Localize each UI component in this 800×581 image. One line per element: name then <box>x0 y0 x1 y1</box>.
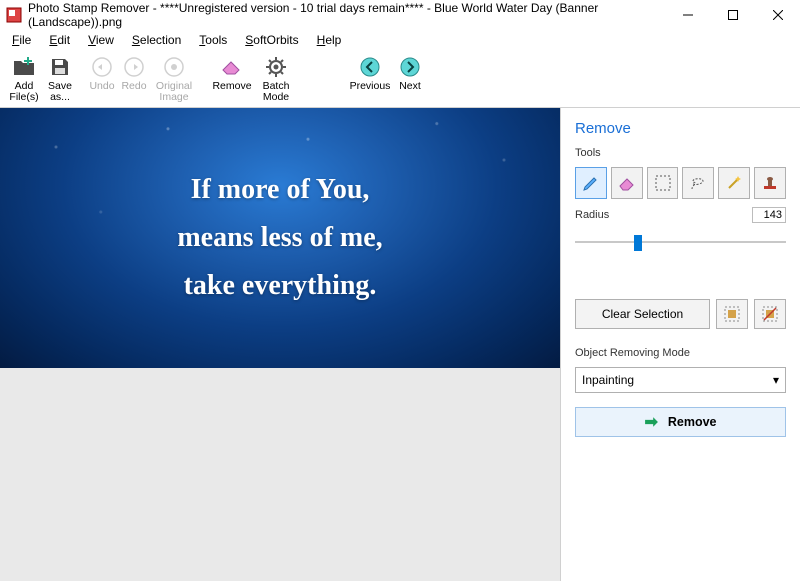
undo-icon <box>91 54 113 80</box>
deselect-button[interactable] <box>754 299 786 329</box>
canvas-overlay-text: If more of You, means less of me, take e… <box>0 166 560 310</box>
rect-select-icon <box>653 173 673 193</box>
redo-icon <box>123 54 145 80</box>
slider-track <box>575 241 786 243</box>
radius-slider[interactable] <box>575 233 786 251</box>
canvas-area: If more of You, means less of me, take e… <box>0 108 560 581</box>
save-as-button[interactable]: Save as... <box>44 52 76 106</box>
workspace: If more of You, means less of me, take e… <box>0 108 800 581</box>
next-icon <box>399 54 421 80</box>
side-panel: Remove Tools Radius 143 Clear Selection … <box>560 108 800 581</box>
radius-label: Radius <box>575 209 609 221</box>
mode-label: Object Removing Mode <box>575 347 786 359</box>
eraser-tool-icon <box>617 173 637 193</box>
select-all-icon <box>723 305 741 323</box>
clear-selection-button[interactable]: Clear Selection <box>575 299 710 329</box>
remove-button-toolbar[interactable]: Remove <box>208 52 256 106</box>
magic-wand-icon <box>724 173 744 193</box>
maximize-button[interactable] <box>710 0 755 30</box>
tool-rect-select[interactable] <box>647 167 679 199</box>
menu-softorbits[interactable]: SoftOrbits <box>237 31 306 49</box>
arrow-right-icon: ➡ <box>644 412 657 432</box>
close-button[interactable] <box>755 0 800 30</box>
tool-eraser[interactable] <box>611 167 643 199</box>
floppy-icon <box>50 54 70 80</box>
batch-mode-button[interactable]: Batch Mode <box>256 52 296 106</box>
tool-magic-wand[interactable] <box>718 167 750 199</box>
stamp-icon <box>760 173 780 193</box>
title-bar: Photo Stamp Remover - ****Unregistered v… <box>0 0 800 30</box>
app-icon <box>6 7 22 23</box>
eraser-icon <box>221 54 243 80</box>
menu-tools[interactable]: Tools <box>191 31 235 49</box>
slider-thumb[interactable] <box>634 235 642 251</box>
menu-selection[interactable]: Selection <box>124 31 189 49</box>
tool-lasso[interactable] <box>682 167 714 199</box>
select-all-button[interactable] <box>716 299 748 329</box>
add-files-button[interactable]: Add File(s) <box>4 52 44 106</box>
deselect-icon <box>761 305 779 323</box>
menu-file[interactable]: File <box>4 31 39 49</box>
toolbar: Add File(s) Save as... Undo Redo Origina… <box>0 50 800 108</box>
undo-button[interactable]: Undo <box>86 52 118 106</box>
menu-view[interactable]: View <box>80 31 122 49</box>
canvas-image[interactable]: If more of You, means less of me, take e… <box>0 108 560 368</box>
marker-icon <box>581 173 601 193</box>
radius-input[interactable]: 143 <box>752 207 786 223</box>
mode-value: Inpainting <box>582 373 634 387</box>
redo-button[interactable]: Redo <box>118 52 150 106</box>
tool-marker[interactable] <box>575 167 607 199</box>
gear-icon <box>265 54 287 80</box>
panel-title: Remove <box>575 120 786 137</box>
remove-btn-label: Remove <box>668 415 717 429</box>
window-title: Photo Stamp Remover - ****Unregistered v… <box>28 1 665 29</box>
mode-dropdown[interactable]: Inpainting ▾ <box>575 367 786 393</box>
tools-label: Tools <box>575 147 786 159</box>
remove-run-button[interactable]: ➡ Remove <box>575 407 786 437</box>
menu-help[interactable]: Help <box>309 31 350 49</box>
next-button[interactable]: Next <box>394 52 426 106</box>
folder-plus-icon <box>13 54 35 80</box>
lasso-icon <box>688 173 708 193</box>
menu-edit[interactable]: Edit <box>41 31 78 49</box>
tool-stamp[interactable] <box>754 167 786 199</box>
menu-bar: File Edit View Selection Tools SoftOrbit… <box>0 30 800 50</box>
previous-button[interactable]: Previous <box>346 52 394 106</box>
original-image-button[interactable]: Original Image <box>150 52 198 106</box>
chevron-down-icon: ▾ <box>773 373 779 387</box>
original-image-icon <box>163 54 185 80</box>
tool-row <box>575 167 786 199</box>
previous-icon <box>359 54 381 80</box>
minimize-button[interactable] <box>665 0 710 30</box>
